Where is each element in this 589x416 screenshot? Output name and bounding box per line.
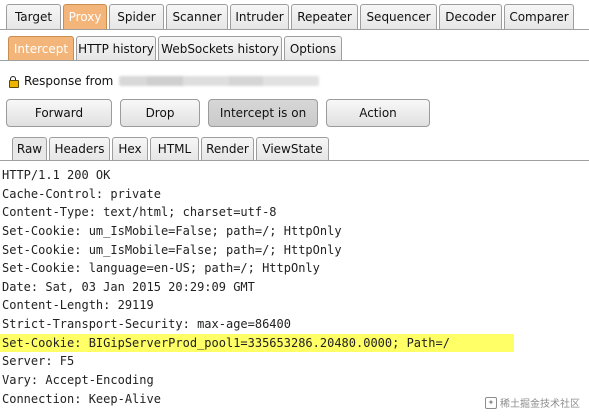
action-button[interactable]: Action <box>326 99 430 127</box>
response-line: Cache-Control: private <box>2 186 161 201</box>
tab-decoder[interactable]: Decoder <box>439 4 502 29</box>
raw-response-editor[interactable]: HTTP/1.1 200 OK Cache-Control: private C… <box>0 166 589 416</box>
response-line: Date: Sat, 03 Jan 2015 20:29:09 GMT <box>2 279 255 294</box>
proxy-subtabs: Intercept HTTP history WebSockets histor… <box>8 36 342 60</box>
tab-viewstate[interactable]: ViewState <box>256 137 329 160</box>
watermark-text: 稀土掘金技术社区 <box>500 399 580 410</box>
tab-intruder[interactable]: Intruder <box>230 4 289 29</box>
tab-comparer[interactable]: Comparer <box>504 4 574 29</box>
view-tab-divider <box>0 160 589 161</box>
response-line: Content-Type: text/html; charset=utf-8 <box>2 205 277 220</box>
forward-button[interactable]: Forward <box>6 99 112 127</box>
watermark: ✦ 稀土掘金技术社区 <box>485 395 580 410</box>
tab-proxy[interactable]: Proxy <box>63 4 107 29</box>
response-line: HTTP/1.1 200 OK <box>2 168 111 182</box>
tab-options[interactable]: Options <box>284 36 342 60</box>
tab-scanner[interactable]: Scanner <box>166 4 228 29</box>
tab-raw[interactable]: Raw <box>12 137 47 160</box>
tab-intercept[interactable]: Intercept <box>8 36 74 60</box>
response-line: Set-Cookie: um_IsMobile=False; path=/; H… <box>2 242 342 257</box>
drop-button[interactable]: Drop <box>120 99 200 127</box>
response-line: Set-Cookie: language=en-US; path=/; Http… <box>2 261 320 276</box>
highlighted-response-line: Set-Cookie: BIGipServerProd_pool1=335653… <box>0 333 514 353</box>
response-source: Response from <box>8 74 320 88</box>
response-label: Response from <box>24 74 114 88</box>
intercept-actions: Forward Drop Intercept is on Action <box>6 99 430 127</box>
tab-sequencer[interactable]: Sequencer <box>360 4 437 29</box>
intercept-toggle-button[interactable]: Intercept is on <box>208 99 318 127</box>
response-line: Vary: Accept-Encoding <box>2 373 154 388</box>
response-line: Strict-Transport-Security: max-age=86400 <box>2 317 291 332</box>
redacted-host <box>119 76 320 86</box>
top-tab-divider <box>0 29 589 30</box>
tab-http-history[interactable]: HTTP history <box>76 36 156 60</box>
main-tabs: Target Proxy Spider Scanner Intruder Rep… <box>6 4 574 29</box>
lock-icon <box>8 76 19 88</box>
tab-headers[interactable]: Headers <box>49 137 110 160</box>
tab-hex[interactable]: Hex <box>112 137 148 160</box>
tab-target[interactable]: Target <box>6 4 61 29</box>
response-line: Server: F5 <box>2 354 75 369</box>
sub-tab-divider <box>0 60 589 61</box>
response-line: Content-Length: 29119 <box>2 298 154 313</box>
tab-repeater[interactable]: Repeater <box>291 4 358 29</box>
tab-html[interactable]: HTML <box>150 137 199 160</box>
watermark-icon: ✦ <box>485 396 497 409</box>
tab-render[interactable]: Render <box>201 137 254 160</box>
tab-websockets-history[interactable]: WebSockets history <box>158 36 282 60</box>
tab-spider[interactable]: Spider <box>109 4 164 29</box>
response-line: Set-Cookie: um_IsMobile=False; path=/; H… <box>2 223 342 238</box>
message-view-tabs: Raw Headers Hex HTML Render ViewState <box>12 137 329 160</box>
